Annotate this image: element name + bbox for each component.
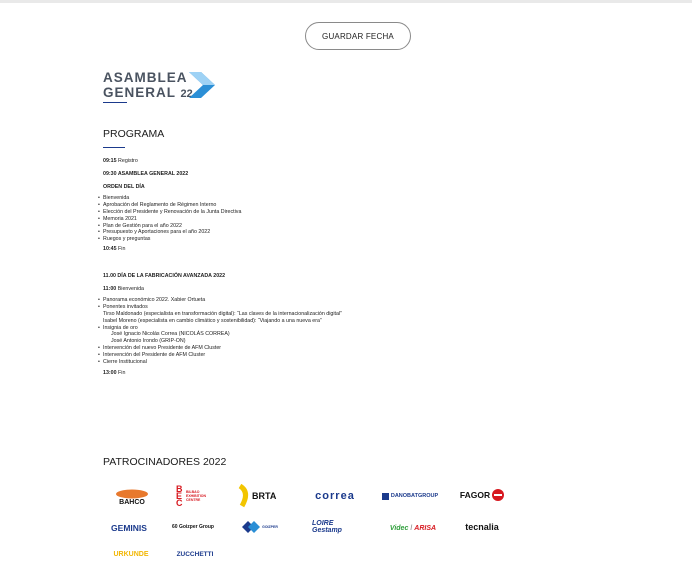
sponsor-logo-bec[interactable]: BEC BILBAO EXHIBITION CENTRE [176, 482, 226, 510]
list-item: Bienvenida [98, 195, 523, 202]
agenda-line: 11:00 Bienvenida [103, 285, 144, 292]
list-item: Intervención del Presidente de AFM Clust… [98, 352, 523, 359]
danobat-square-icon [381, 492, 389, 500]
agenda-heading: 11.00 DÍA DE LA FABRICACIÓN AVANZADA 202… [103, 272, 226, 279]
dia-list: Panorama económico 2022. Xabier Ortueta … [98, 297, 523, 366]
sponsor-logo-tecnalia[interactable]: tecnalia [456, 518, 508, 536]
logo-line2: GENERAL [103, 85, 176, 100]
sponsor-logo-geminis[interactable]: GEMINIS [106, 520, 152, 536]
logo-arrow-icon [189, 72, 215, 98]
sponsor-logo-fagor[interactable]: FAGOR [456, 486, 508, 504]
list-item: Presupuesto y Aportaciones para el año 2… [98, 229, 523, 236]
list-item: Memoria 2021 [98, 216, 523, 223]
patrocinadores-title: PATROCINADORES 2022 [103, 456, 227, 468]
sponsor-logo-correa[interactable]: correa [310, 488, 360, 504]
list-item: Intervención del nuevo Presidente de AFM… [98, 345, 523, 352]
list-item: Plan de Gestión para el año 2022 [98, 223, 523, 230]
programa-title: PROGRAMA [103, 128, 165, 140]
fagor-circle-icon [492, 489, 505, 501]
sponsor-logo-goizper[interactable]: GOIZPER [240, 518, 280, 536]
agenda-heading: 09:30 ASAMBLEA GENERAL 2022 [103, 170, 189, 177]
bahco-fish-icon [116, 489, 148, 498]
list-item: Tirso Maldonado (especialista en transfo… [103, 310, 342, 317]
list-item: Ruegos y preguntas [98, 236, 523, 243]
orden-heading: ORDEN DEL DÍA [103, 183, 145, 190]
top-divider [0, 0, 692, 3]
list-item: Elección del Presidente y Renovación de … [98, 209, 523, 216]
list-item: Panorama económico 2022. Xabier Ortueta [98, 297, 523, 304]
agenda-line: 10:45 Fin [103, 245, 126, 252]
logo-line1: ASAMBLEA [103, 70, 188, 85]
brta-shape-icon [238, 484, 248, 508]
sponsor-logo-videc-arisa[interactable]: Videc / ARISA [380, 522, 446, 534]
sponsor-logo-brta[interactable]: BRTA [238, 482, 280, 510]
goizper-mark-icon [242, 521, 261, 533]
sponsor-logo-goizper-60[interactable]: 60 Goizper Group [170, 516, 216, 538]
programa-content: 09:15 Registro 09:30 ASAMBLEA GENERAL 20… [98, 158, 523, 377]
list-item: Aprobación del Reglamento de Régimen Int… [98, 202, 523, 209]
sponsor-logo-zucchetti[interactable]: ZUCCHETTI [166, 548, 224, 560]
sponsor-logo-danobat[interactable]: DANOBATGROUP [378, 489, 442, 503]
logo-underline [103, 102, 127, 103]
sponsor-logo-loire[interactable]: LOIRE Gestamp [312, 518, 356, 536]
orden-list: Bienvenida Aprobación del Reglamento de … [98, 195, 523, 243]
sponsor-logo-urkunde[interactable]: URKUNDE [106, 548, 156, 560]
list-item: José Ignacio Nicolás Correa (NICOLÁS COR… [111, 331, 230, 338]
programa-underline [103, 147, 125, 148]
agenda-line: 13:00 Fin [103, 370, 126, 377]
sponsor-logo-bahco[interactable]: BAHCO [112, 484, 152, 510]
list-item: Ponentes invitados [98, 304, 523, 311]
list-item: Isabel Moreno (especialista en cambio cl… [103, 317, 322, 324]
list-item: Cierre Institucional [98, 359, 523, 366]
agenda-line: 09:15 Registro [103, 158, 138, 164]
asamblea-logo: ASAMBLEA GENERAL 22 [103, 70, 243, 110]
list-item: José Antonio Irondo (GRIP-ON) [111, 338, 186, 345]
save-date-button[interactable]: GUARDAR FECHA [305, 22, 411, 50]
